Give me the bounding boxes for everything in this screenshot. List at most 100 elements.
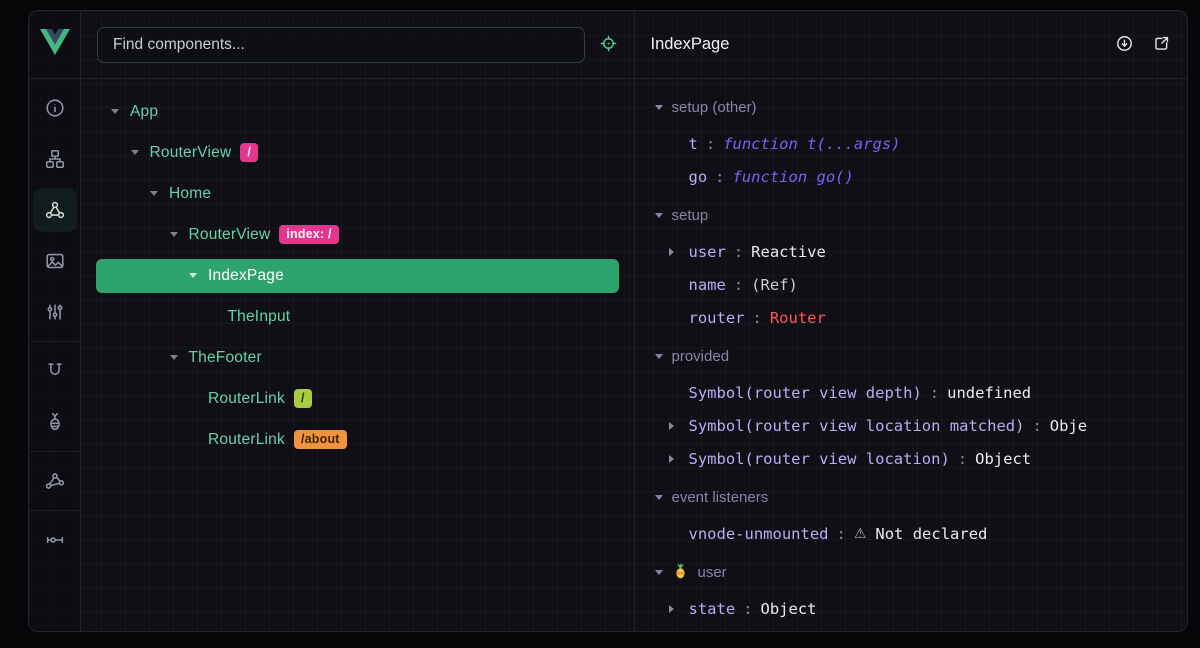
field-separator: :: [707, 168, 732, 186]
caret-down-glyph: [150, 191, 158, 196]
router-nav-button[interactable]: [33, 349, 77, 393]
field-value: undefined: [947, 384, 1031, 402]
component-name: RouterLink: [208, 431, 285, 449]
component-search[interactable]: [97, 27, 585, 63]
caret-right-glyph: [669, 455, 674, 463]
assets-nav-button[interactable]: [33, 239, 77, 283]
search-input[interactable]: [111, 35, 571, 55]
field-value: Not declared: [875, 525, 987, 543]
state-field-getters[interactable]: getters:Object: [655, 625, 1168, 631]
expand-icon[interactable]: [669, 422, 689, 430]
section-header-setup-other[interactable]: setup (other): [655, 88, 1168, 127]
component-name: RouterView: [150, 144, 232, 162]
info-icon: [44, 97, 66, 119]
expand-icon[interactable]: [669, 455, 689, 463]
open-external-icon: [1152, 34, 1171, 56]
state-field-go[interactable]: go:function go(): [655, 160, 1168, 193]
rail-group: [29, 79, 80, 342]
scroll-to-component-icon: [1115, 34, 1134, 56]
component-tree: AppRouterView/HomeRouterViewindex: /Inde…: [81, 79, 634, 631]
state-field-symbol-router-view-depth[interactable]: Symbol(router view depth):undefined: [655, 376, 1168, 409]
route-badge: index: /: [279, 225, 338, 244]
caret-down-icon[interactable]: [131, 150, 150, 155]
pinia-nav-icon: [44, 411, 66, 433]
vue-logo: [29, 11, 80, 79]
caret-down-icon[interactable]: [150, 191, 169, 196]
rail-group: [29, 452, 80, 511]
state-field-name[interactable]: name:(Ref): [655, 268, 1168, 301]
section-label: setup (other): [672, 100, 757, 115]
caret-down-glyph: [170, 355, 178, 360]
field-separator: :: [745, 309, 770, 327]
field-key: go: [689, 168, 708, 186]
component-name: RouterLink: [208, 390, 285, 408]
caret-down-glyph: [189, 273, 197, 278]
state-section-setup-other: setup (other)t:function t(...args)go:fun…: [655, 88, 1168, 193]
tree-row-routerview[interactable]: RouterView/: [96, 132, 619, 173]
pinia-nav-nav-button[interactable]: [33, 400, 77, 444]
state-field-t[interactable]: t:function t(...args): [655, 127, 1168, 160]
tree-row-app[interactable]: App: [96, 91, 619, 132]
state-field-symbol-router-view-location[interactable]: Symbol(router view location):Object: [655, 442, 1168, 475]
rail-group: [29, 342, 80, 452]
field-value: Router: [770, 309, 826, 327]
field-value: Obje: [1050, 417, 1087, 435]
caret-down-icon[interactable]: [111, 109, 130, 114]
caret-down-icon[interactable]: [170, 232, 189, 237]
info-nav-button[interactable]: [33, 86, 77, 130]
state-field-vnode-unmounted[interactable]: vnode-unmounted:⚠Not declared: [655, 517, 1168, 550]
field-key: Symbol(router view location matched): [689, 417, 1025, 435]
state-section-setup: setupuser:Reactivename:(Ref)router:Route…: [655, 196, 1168, 334]
timeline-nav-button[interactable]: [33, 290, 77, 334]
hierarchy-nav-button[interactable]: [33, 137, 77, 181]
field-key: name: [689, 276, 726, 294]
rail-group: [29, 511, 80, 569]
scroll-to-component-button[interactable]: [1115, 34, 1134, 56]
caret-down-icon[interactable]: [170, 355, 189, 360]
field-separator: :: [950, 450, 975, 468]
expand-icon[interactable]: [669, 248, 689, 256]
section-header-user[interactable]: user: [655, 553, 1168, 592]
tree-row-routerlink[interactable]: RouterLink/about: [96, 419, 619, 460]
caret-down-icon[interactable]: [189, 273, 208, 278]
field-value: function t(...args): [723, 135, 900, 153]
state-section-user: user state:Objectgetters:Object: [655, 553, 1168, 631]
open-external-button[interactable]: [1152, 34, 1171, 56]
state-toolbar: IndexPage: [635, 11, 1188, 79]
component-picker-button[interactable]: [599, 34, 618, 56]
caret-down-icon: [655, 495, 663, 500]
state-field-user[interactable]: user:Reactive: [655, 235, 1168, 268]
tree-row-theinput[interactable]: TheInput: [96, 296, 619, 337]
field-key: user: [689, 243, 726, 261]
settings-icon: [44, 529, 66, 551]
state-field-router[interactable]: router:Router: [655, 301, 1168, 334]
field-value: Object: [761, 600, 817, 618]
section-header-provided[interactable]: provided: [655, 337, 1168, 376]
settings-nav-button[interactable]: [33, 518, 77, 562]
warning-icon: ⚠: [854, 526, 867, 542]
component-state-panel: IndexPage setup (other) t:function t(...a…: [635, 11, 1188, 631]
vue-logo-icon: [40, 29, 70, 60]
state-field-state[interactable]: state:Object: [655, 592, 1168, 625]
assets-icon: [44, 250, 66, 272]
caret-right-glyph: [669, 248, 674, 256]
selected-component-title: IndexPage: [651, 35, 730, 54]
components-nav-button[interactable]: [33, 188, 77, 232]
state-field-symbol-router-view-location-matched[interactable]: Symbol(router view location matched):Obj…: [655, 409, 1168, 442]
expand-icon[interactable]: [669, 605, 689, 613]
tree-row-home[interactable]: Home: [96, 173, 619, 214]
tree-toolbar: [81, 11, 634, 79]
section-header-setup[interactable]: setup: [655, 196, 1168, 235]
caret-right-glyph: [669, 605, 674, 613]
graph-nav-button[interactable]: [33, 459, 77, 503]
route-badge: /about: [294, 430, 347, 449]
tree-row-routerlink[interactable]: RouterLink/: [96, 378, 619, 419]
tree-row-routerview[interactable]: RouterViewindex: /: [96, 214, 619, 255]
tree-row-indexpage[interactable]: IndexPage: [96, 259, 619, 293]
field-separator: :: [1024, 417, 1049, 435]
tree-row-thefooter[interactable]: TheFooter: [96, 337, 619, 378]
caret-down-icon: [655, 354, 663, 359]
component-name: IndexPage: [208, 267, 284, 285]
section-header-event-listeners[interactable]: event listeners: [655, 478, 1168, 517]
section-label: user: [698, 565, 727, 580]
